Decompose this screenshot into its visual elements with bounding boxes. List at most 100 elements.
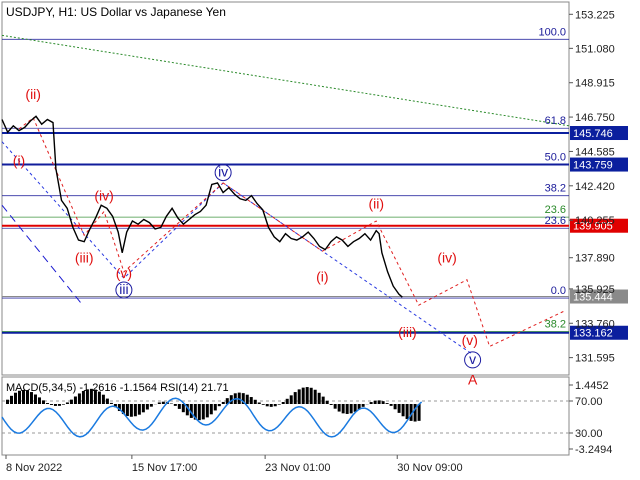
macd-bar <box>273 404 277 407</box>
macd-bar <box>381 401 385 404</box>
macd-bar <box>201 404 205 420</box>
wave-label: (ii) <box>25 86 41 102</box>
y-tick-label: 135.925 <box>575 284 615 296</box>
macd-bar <box>145 404 149 410</box>
chart-canvas: 145.746143.759139.905135.444133.162100.0… <box>1 1 628 474</box>
macd-bar <box>305 387 309 404</box>
macd-bar <box>285 398 289 404</box>
wave-label: (iii) <box>75 249 94 265</box>
macd-bar <box>341 404 345 414</box>
macd-bar <box>65 402 69 404</box>
macd-bar <box>261 404 265 405</box>
macd-bar <box>297 389 301 404</box>
macd-bar <box>133 404 137 417</box>
x-tick-label: 8 Nov 2022 <box>6 462 62 474</box>
fib-level-label: 38.2 <box>545 318 566 330</box>
macd-bar <box>301 387 305 404</box>
macd-bar <box>209 404 213 415</box>
macd-bar <box>377 400 381 404</box>
y-tick-label: 131.595 <box>575 353 615 365</box>
macd-bar <box>269 404 273 407</box>
macd-bar <box>289 395 293 404</box>
macd-bar <box>405 404 409 420</box>
price-y-axis: 153.225 151.080 148.915 146.750 144.585 142.4… <box>569 9 615 365</box>
fib-level-label: 100.0 <box>538 26 566 38</box>
y-tick-label: 144.585 <box>575 146 615 158</box>
time-x-axis: 8 Nov 2022 15 Nov 17:00 23 Nov 01:00 30 Nov… <box>5 455 463 474</box>
macd-bar <box>33 394 37 404</box>
wave-label: (iii) <box>398 324 417 340</box>
macd-bar <box>181 404 185 413</box>
macd-bar <box>197 404 201 421</box>
macd-bar <box>109 402 113 404</box>
wave-label: iv <box>218 164 228 180</box>
macd-bar <box>177 404 181 409</box>
macd-bar <box>105 398 109 404</box>
macd-bar <box>373 400 377 404</box>
macd-bar <box>329 404 333 405</box>
macd-bar <box>57 404 61 406</box>
macd-bar <box>313 389 317 404</box>
fib-level-label: 0.0 <box>551 285 566 297</box>
macd-bar <box>73 396 77 404</box>
macd-bar <box>9 395 13 404</box>
macd-bar <box>61 404 65 405</box>
macd-bar <box>257 402 261 404</box>
y-tick-label: 146.750 <box>575 112 615 124</box>
x-tick-label: 15 Nov 17:00 <box>132 462 197 474</box>
y-tick-label: 153.225 <box>575 9 615 21</box>
macd-bar <box>45 403 49 404</box>
macd-bar <box>265 404 269 407</box>
macd-bar <box>345 404 349 414</box>
indicator-y-tick-label: 1.4452 <box>575 380 609 392</box>
macd-bar <box>401 404 405 417</box>
wave-label: iii <box>119 281 128 297</box>
x-tick-label: 30 Nov 09:00 <box>397 462 462 474</box>
wave-label: A <box>468 372 478 388</box>
wave-label: (v) <box>116 265 132 281</box>
macd-bar <box>221 401 225 404</box>
macd-bar <box>337 404 341 412</box>
fib-level-label: 38.2 <box>545 183 566 195</box>
macd-bar <box>53 404 57 406</box>
price-level-label: 145.746 <box>573 128 613 140</box>
macd-bar <box>281 402 285 404</box>
wave-label: (ii) <box>368 195 384 211</box>
macd-bar <box>161 401 165 404</box>
fib-level-label: 50.0 <box>545 152 566 164</box>
fib-level-label: 23.6 <box>545 215 566 227</box>
macd-bar <box>309 387 313 404</box>
macd-bar <box>253 399 257 404</box>
macd-bar <box>149 404 153 407</box>
macd-bar <box>69 399 73 404</box>
y-tick-label: 151.080 <box>575 43 615 55</box>
wave-label: (v) <box>462 332 478 348</box>
indicator-header: MACD(5,34,5) -1.2616 -1.1564 RSI(14) 21.… <box>6 382 229 394</box>
macd-bar <box>249 397 253 404</box>
macd-bar <box>49 404 53 405</box>
macd-bar <box>5 399 9 404</box>
indicator-y-tick-label: 70.00 <box>575 396 603 408</box>
macd-bar <box>397 404 401 413</box>
macd-bar <box>385 403 389 404</box>
price-plot-frame <box>1 1 570 376</box>
macd-bar <box>417 404 421 421</box>
chart-window: 145.746 143.759 139.905 135.444 133.162 100.0… <box>0 0 640 480</box>
wave-label: (i) <box>316 268 328 284</box>
macd-bar <box>205 404 209 418</box>
macd-bar <box>173 404 177 406</box>
fib-level-label: 61.8 <box>545 115 566 127</box>
wave-label: (i) <box>13 152 25 168</box>
indicator-y-tick-label: -3.2494 <box>575 444 612 456</box>
macd-bar <box>141 404 145 413</box>
indicator-y-tick-label: 30.00 <box>575 428 603 440</box>
macd-bar <box>317 392 321 404</box>
macd-bar <box>321 396 325 404</box>
macd-bar <box>77 393 81 404</box>
macd-bar <box>277 404 281 405</box>
macd-bar <box>325 400 329 404</box>
y-tick-label: 142.420 <box>575 181 615 193</box>
chart-title: USDJPY, H1: US Dollar vs Japanese Yen <box>6 5 226 19</box>
macd-bar <box>157 402 161 404</box>
macd-bar <box>369 402 373 404</box>
